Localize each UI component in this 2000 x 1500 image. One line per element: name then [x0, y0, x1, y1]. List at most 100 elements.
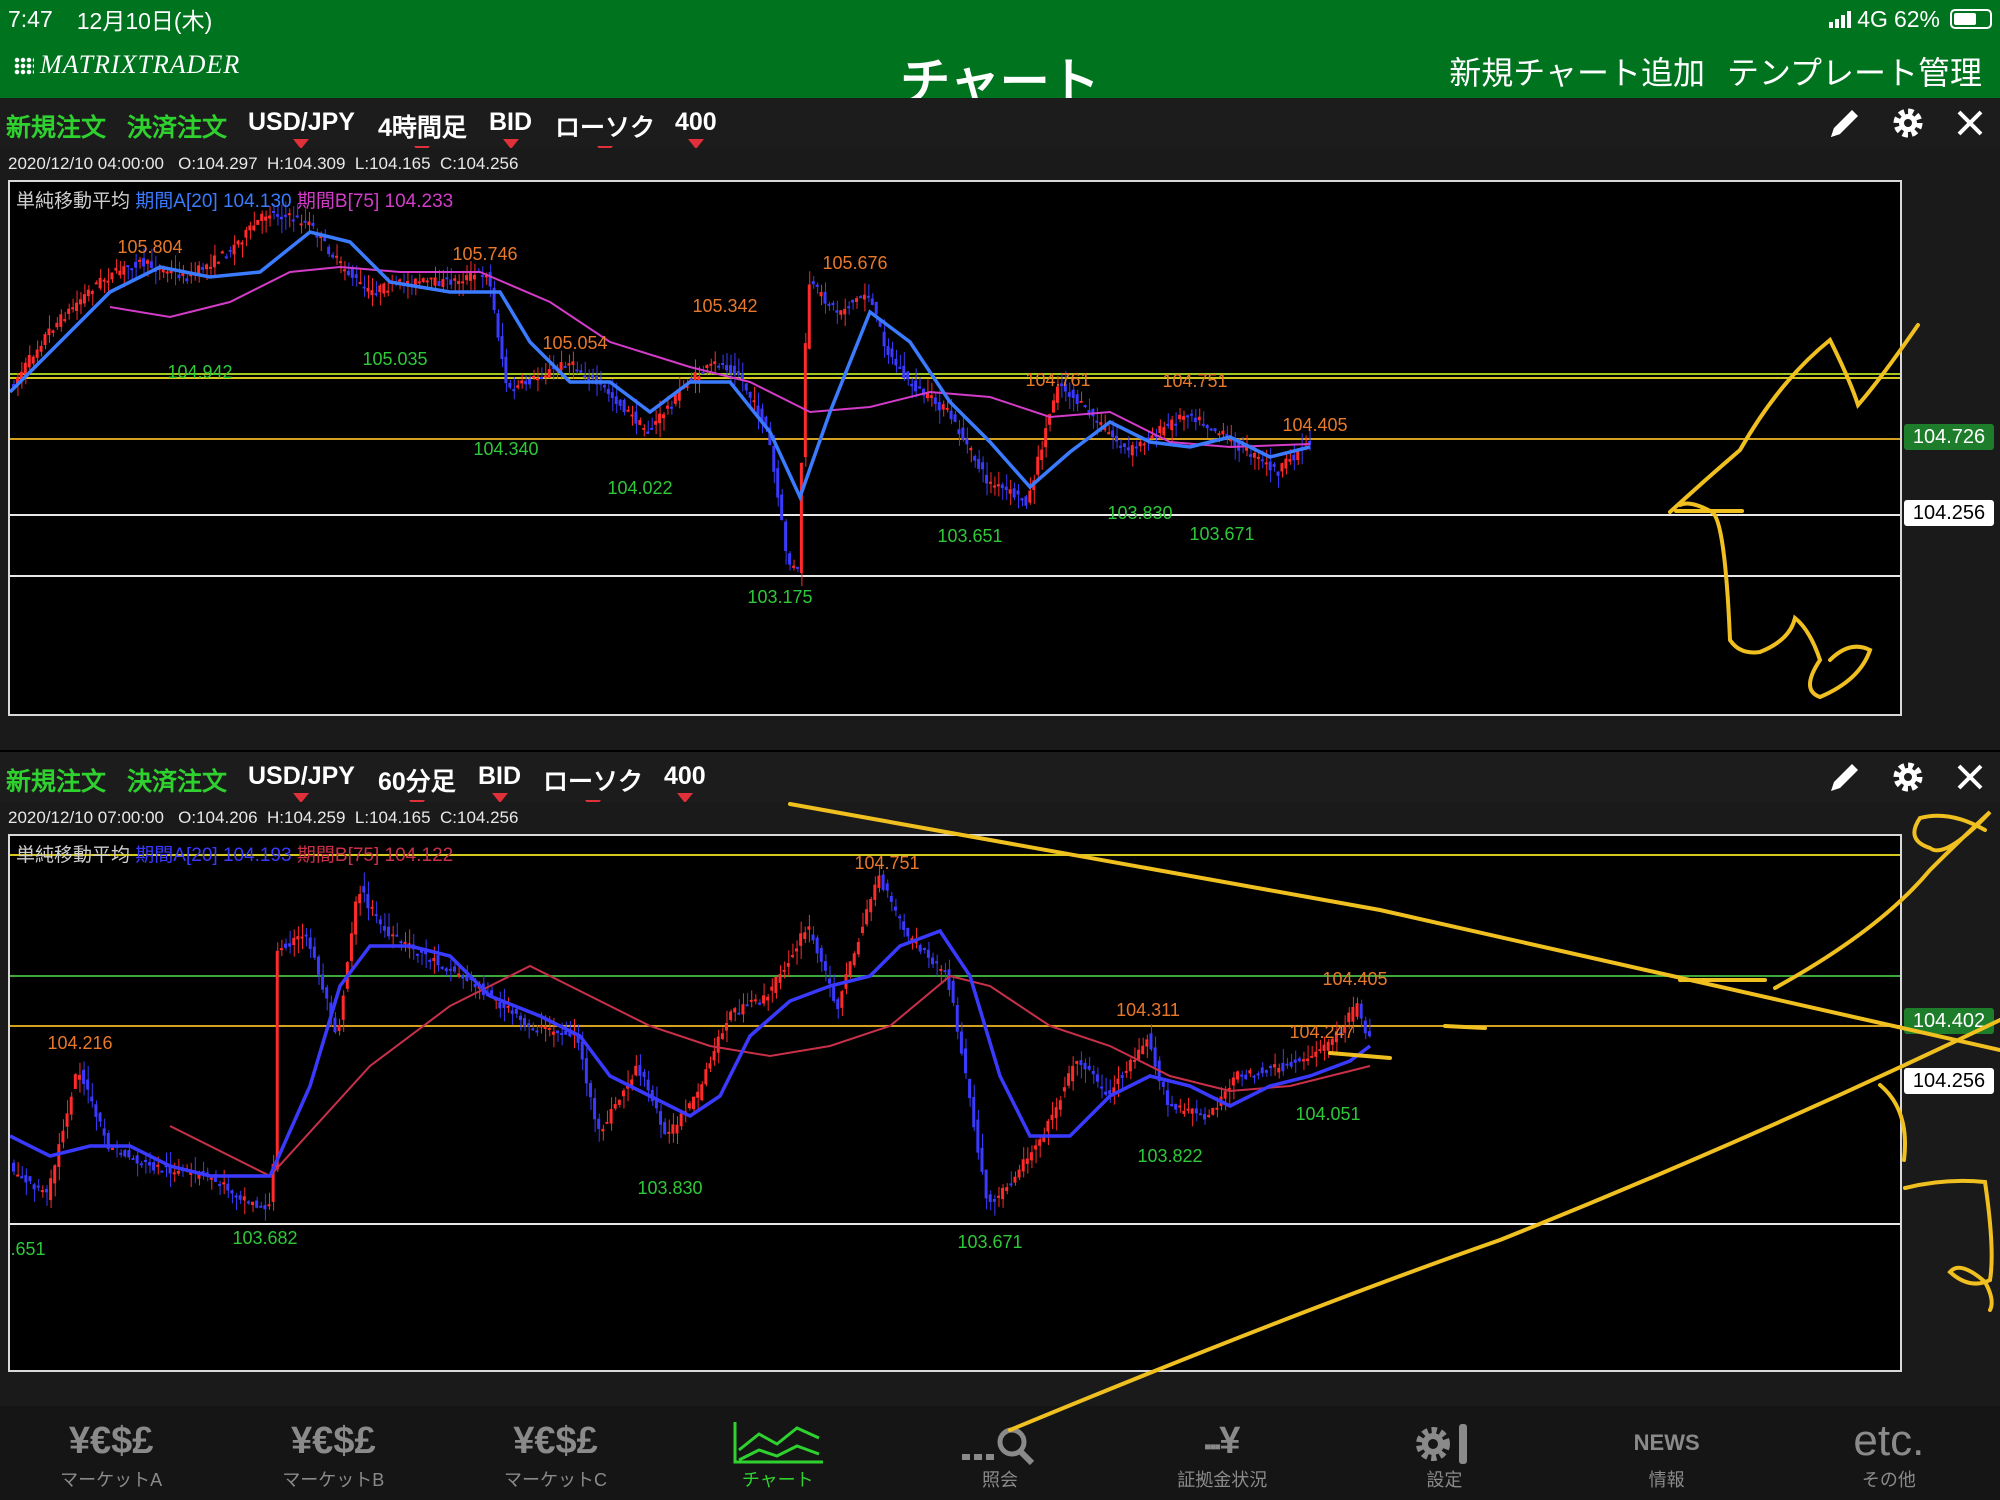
candle-body	[185, 278, 189, 282]
candle-body	[819, 292, 823, 297]
candle-body	[1355, 1003, 1359, 1017]
candle-body	[465, 275, 469, 281]
candle-body	[988, 481, 992, 484]
candle-body	[218, 1183, 222, 1186]
tab-chart[interactable]: チャート	[667, 1406, 889, 1500]
candle-body	[869, 899, 873, 913]
new-order-button[interactable]: 新規注文	[6, 762, 106, 798]
pair-selector[interactable]: USD/JPY	[248, 762, 355, 803]
tab-news[interactable]: NEWS 情報	[1556, 1406, 1778, 1500]
candle-body	[665, 405, 669, 409]
candle-body	[601, 1128, 605, 1132]
candle-body	[1322, 1044, 1326, 1051]
candle-body	[638, 420, 642, 425]
pencil-icon[interactable]	[1825, 757, 1865, 797]
pencil-icon[interactable]	[1825, 103, 1865, 143]
candle-body	[807, 284, 811, 349]
candle-body	[949, 410, 953, 420]
candle-body	[1280, 463, 1284, 472]
candle-body	[1236, 1071, 1239, 1080]
candle-body	[130, 268, 134, 271]
tab-inquiry[interactable]: 照会	[889, 1406, 1111, 1500]
close-order-button[interactable]: 決済注文	[127, 108, 227, 144]
high-price-label: 104.761	[1025, 370, 1091, 390]
candle-body	[799, 933, 803, 946]
candle-body	[1170, 419, 1174, 431]
tab-margin-status[interactable]: ▪▪▪¥ 証拠金状況	[1111, 1406, 1333, 1500]
margin-icon: ▪▪▪¥	[1203, 1420, 1241, 1462]
gear-icon[interactable]	[1888, 757, 1928, 797]
candle-body	[378, 285, 382, 293]
new-order-button[interactable]: 新規注文	[6, 108, 106, 144]
price-plot[interactable]: 単純移動平均 期間A[20] 104.130 期間B[75] 104.233 1…	[8, 180, 1902, 716]
candle-body	[518, 1015, 522, 1021]
candle-body	[737, 1012, 741, 1015]
tab-market-a[interactable]: ¥€$£ マーケットA	[0, 1406, 222, 1500]
high-price-label: 105.804	[117, 237, 183, 257]
candle-body	[964, 1048, 967, 1074]
pair-selector[interactable]: USD/JPY	[248, 108, 355, 149]
ma-a-value: 期間A[20] 104.193	[135, 845, 292, 866]
high-price-label: 105.342	[692, 296, 758, 316]
tab-other[interactable]: etc. その他	[1778, 1406, 2000, 1500]
add-chart-button[interactable]: 新規チャート追加	[1449, 48, 1705, 94]
timeframe-selector[interactable]: 60分足	[378, 762, 456, 810]
candle-body	[667, 1131, 671, 1134]
candle-body	[303, 220, 307, 223]
candle-body	[149, 261, 153, 269]
close-icon[interactable]	[1950, 103, 1990, 143]
candle-body	[252, 225, 256, 231]
low-price-label: .651	[10, 1239, 46, 1259]
candle-body	[510, 1010, 514, 1014]
candle-body	[981, 462, 985, 470]
candle-body	[1174, 1103, 1178, 1110]
candle-body	[71, 307, 75, 310]
candle-body	[1240, 1074, 1244, 1077]
candle-body	[931, 957, 935, 965]
candle-body	[1359, 1003, 1363, 1019]
candle-body	[839, 310, 843, 315]
candle-body	[209, 1177, 213, 1180]
timeframe-selector[interactable]: 4時間足	[378, 108, 467, 156]
low-price-label: 104.022	[607, 478, 673, 498]
candle-body	[307, 221, 311, 226]
close-order-button[interactable]: 決済注文	[127, 762, 227, 798]
count-selector[interactable]: 400	[675, 108, 717, 149]
candle-body	[122, 266, 126, 275]
current-price-tag: 104.256	[1904, 500, 1994, 526]
ma-b-value: 期間B[75] 104.233	[296, 191, 454, 212]
tab-market-b[interactable]: ¥€$£ マーケットB	[222, 1406, 444, 1500]
candle-body	[51, 330, 55, 333]
candle-body	[512, 389, 516, 392]
price-plot[interactable]: 単純移動平均 期間A[20] 104.193 期間B[75] 104.122 1…	[8, 834, 1902, 1372]
candle-body	[559, 362, 563, 370]
gear-icon[interactable]	[1888, 103, 1928, 143]
candle-body	[914, 380, 918, 392]
tab-settings[interactable]: 設定	[1333, 1406, 1555, 1500]
candle-body	[421, 278, 425, 282]
candle-body	[1194, 1108, 1198, 1114]
candle-body	[126, 265, 130, 268]
candle-body	[528, 378, 532, 385]
candle-body	[1124, 1070, 1128, 1073]
candle-body	[1067, 392, 1071, 397]
count-selector[interactable]: 400	[664, 762, 706, 803]
close-icon[interactable]	[1950, 757, 1990, 797]
price-type-selector[interactable]: BID	[478, 762, 521, 803]
candle-body	[106, 280, 110, 283]
candle-body	[1276, 471, 1280, 476]
candle-body	[605, 1121, 609, 1124]
price-type-selector[interactable]: BID	[489, 108, 532, 149]
chart-style-selector[interactable]: ローソク	[555, 108, 655, 156]
candle-body	[403, 941, 407, 944]
candle-body	[560, 1032, 564, 1035]
candle-body	[774, 976, 778, 993]
candle-body	[39, 345, 43, 352]
candle-body	[708, 1063, 712, 1069]
candle-body	[1021, 1159, 1025, 1172]
tab-market-c[interactable]: ¥€$£ マーケットC	[444, 1406, 666, 1500]
news-icon: NEWS	[1633, 1430, 1700, 1455]
candle-body	[745, 1004, 749, 1007]
chart-style-selector[interactable]: ローソク	[543, 762, 643, 810]
template-manage-button[interactable]: テンプレート管理	[1727, 48, 1982, 94]
